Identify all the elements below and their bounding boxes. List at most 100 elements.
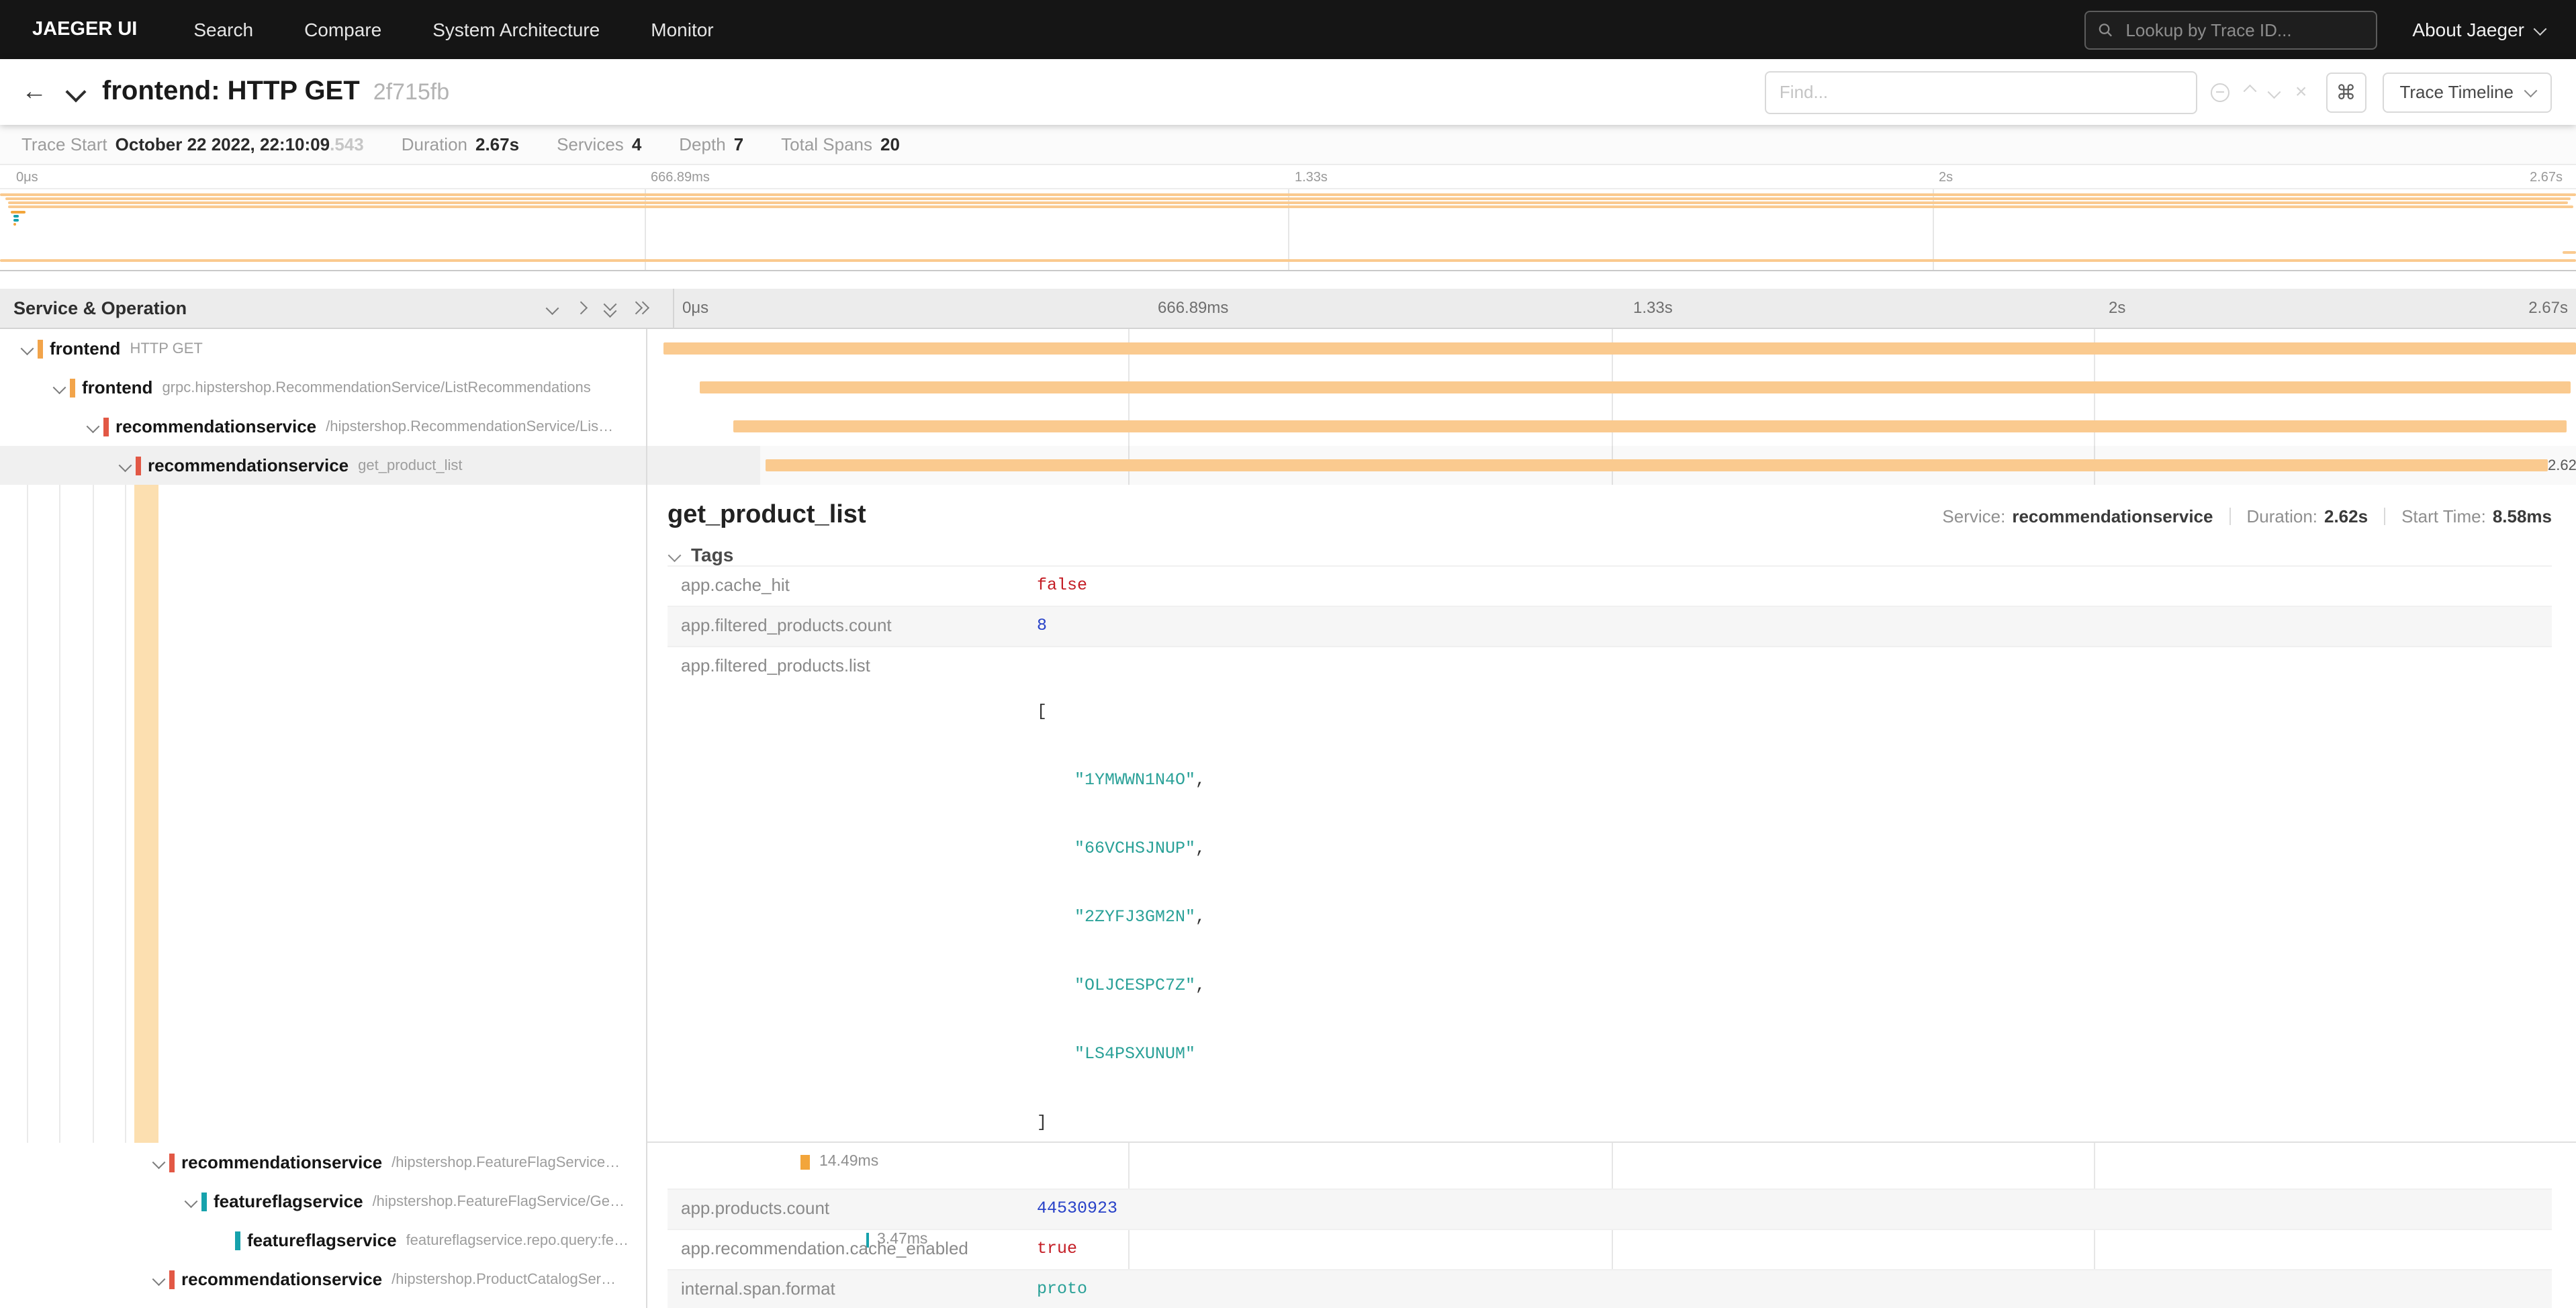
tag-value: proto (1026, 1270, 1098, 1308)
chevron-down-icon[interactable] (180, 1197, 201, 1206)
column-divider[interactable] (646, 329, 647, 1308)
span-bar[interactable] (699, 381, 2571, 393)
nav-menu: Search Compare System Architecture Monit… (193, 19, 713, 40)
minimap-span-bar (8, 201, 2569, 204)
trace-id-input[interactable] (2123, 18, 2364, 41)
tags-section-label: Tags (691, 544, 733, 565)
span-row[interactable]: frontend grpc.hipstershop.Recommendation… (0, 368, 2576, 407)
back-arrow-icon[interactable]: ← (21, 79, 47, 105)
find-input[interactable] (1765, 71, 2197, 113)
span-bar-cell (728, 407, 2576, 446)
indent-guide (125, 485, 126, 1143)
service-name: frontend (38, 339, 120, 358)
tag-key: app.filtered_products.list (668, 647, 1026, 1188)
indent-guide (93, 485, 94, 1143)
timeline-tick: 1.33s (1633, 298, 1673, 317)
operation-name: /hipstershop.ProductCatalogSer… (392, 1271, 616, 1287)
operation-name: /hipstershop.FeatureFlagService… (392, 1154, 620, 1170)
tag-row: app.cache_hit false (668, 565, 2552, 606)
timeline-tick: 2.67s (2528, 298, 2568, 317)
find-controls: × (2211, 82, 2307, 102)
span-bar[interactable] (766, 459, 2548, 471)
nav-item-monitor[interactable]: Monitor (651, 19, 713, 40)
tags-table: app.cache_hit false app.filtered_product… (668, 565, 2552, 1308)
trace-summary-bar: Trace Start October 22 2022, 22:10:09 .5… (0, 125, 2576, 165)
trace-collapse-toggle[interactable] (68, 85, 83, 99)
chevron-down-icon (668, 549, 680, 561)
selected-span-indent (134, 485, 158, 1143)
operation-name: grpc.hipstershop.RecommendationService/L… (162, 379, 590, 395)
indent-guide (27, 485, 28, 1143)
chevron-down-icon[interactable] (148, 1158, 169, 1167)
nav-item-compare[interactable]: Compare (304, 19, 381, 40)
chevron-down-icon[interactable] (2268, 86, 2281, 98)
tag-key: app.recommendation.cache_enabled (668, 1230, 1026, 1269)
minimap-canvas[interactable] (0, 188, 2576, 270)
trace-id-short: 2f715fb (373, 79, 449, 106)
span-row[interactable]: recommendationservice /hipstershop.Recom… (0, 407, 2576, 446)
about-jaeger-label: About Jaeger (2412, 19, 2524, 40)
tree-controls (547, 302, 646, 314)
chevron-down-icon[interactable] (48, 383, 70, 392)
minimap-span-bar (13, 219, 18, 222)
tag-key: internal.span.format (668, 1270, 1026, 1308)
trace-view-selector[interactable]: Trace Timeline (2382, 72, 2552, 112)
duration-meta: Duration:2.62s (2247, 506, 2368, 526)
span-duration-label: 2.62s (2548, 458, 2576, 474)
service-name: recommendationservice (169, 1270, 382, 1289)
minimap-tick: 666.89ms (651, 171, 710, 185)
expand-one-icon[interactable] (574, 302, 586, 314)
minimap-span-bar (13, 215, 19, 218)
trace-title-text: frontend: HTTP GET (102, 77, 360, 107)
service-name: recommendationservice (136, 456, 349, 475)
minimap-tick: 0μs (16, 171, 38, 185)
trace-start-meta: Trace Start October 22 2022, 22:10:09 .5… (21, 134, 364, 154)
span-row-selected[interactable]: recommendationservice get_product_list 2… (0, 446, 2576, 485)
chevron-down-icon (2533, 22, 2545, 34)
chevron-up-icon[interactable] (2244, 86, 2256, 98)
keyboard-shortcuts-button[interactable]: ⌘ (2326, 72, 2366, 112)
about-jaeger-menu[interactable]: About Jaeger (2412, 19, 2544, 40)
tag-value: false (1026, 567, 1098, 606)
minimap-span-bar (10, 211, 26, 214)
minimap-span-bar (0, 193, 2576, 196)
service-name: recommendationservice (103, 417, 316, 436)
span-bar[interactable] (733, 420, 2567, 432)
start-time-meta: Start Time:8.58ms (2401, 506, 2552, 526)
tag-value: 44530923 (1026, 1190, 1128, 1229)
trace-id-lookup[interactable] (2084, 10, 2377, 49)
app-logo[interactable]: JAEGER UI (32, 19, 137, 40)
tag-row: app.products.count 44530923 (668, 1188, 2552, 1229)
span-detail-panel: get_product_list Service:recommendations… (646, 485, 2576, 1143)
indent-guide (59, 485, 60, 1143)
duration-meta: Duration 2.67s (402, 134, 519, 154)
minus-circle-icon[interactable] (2211, 83, 2229, 101)
collapse-one-icon[interactable] (545, 302, 557, 314)
top-nav: JAEGER UI Search Compare System Architec… (0, 0, 2576, 59)
minimap-tick: 2s (1939, 171, 1953, 185)
minimap-tick: 2.67s (2530, 171, 2563, 185)
close-icon[interactable]: × (2295, 82, 2307, 102)
nav-item-system-architecture[interactable]: System Architecture (432, 19, 600, 40)
chevron-down-icon[interactable] (16, 344, 38, 353)
tag-row: app.recommendation.cache_enabled true (668, 1229, 2552, 1269)
span-timeline: frontend HTTP GET frontend grpc.hipsters… (0, 329, 2576, 1308)
nav-item-search[interactable]: Search (193, 19, 253, 40)
span-row[interactable]: frontend HTTP GET (0, 329, 2576, 368)
chevron-down-icon (2524, 85, 2536, 97)
operation-name: /hipstershop.RecommendationService/Lis… (326, 418, 613, 434)
chevron-down-icon[interactable] (82, 422, 103, 431)
collapse-all-icon[interactable] (605, 302, 614, 314)
tag-row: internal.span.format proto (668, 1269, 2552, 1308)
tags-section-toggle[interactable]: Tags (668, 544, 2552, 565)
operation-name: /hipstershop.FeatureFlagService/Ge… (373, 1193, 625, 1209)
chevron-down-icon[interactable] (114, 461, 136, 470)
expand-all-icon[interactable] (634, 304, 646, 313)
minimap-span-bar (0, 259, 2576, 262)
chevron-down-icon[interactable] (148, 1275, 169, 1284)
span-bar[interactable] (664, 342, 2576, 355)
span-name-cell: frontend grpc.hipstershop.Recommendation… (0, 368, 694, 407)
operation-name: featureflagservice.repo.query:fe… (406, 1232, 629, 1248)
service-name: featureflagservice (235, 1231, 397, 1250)
service-operation-header: Service & Operation (0, 289, 674, 328)
